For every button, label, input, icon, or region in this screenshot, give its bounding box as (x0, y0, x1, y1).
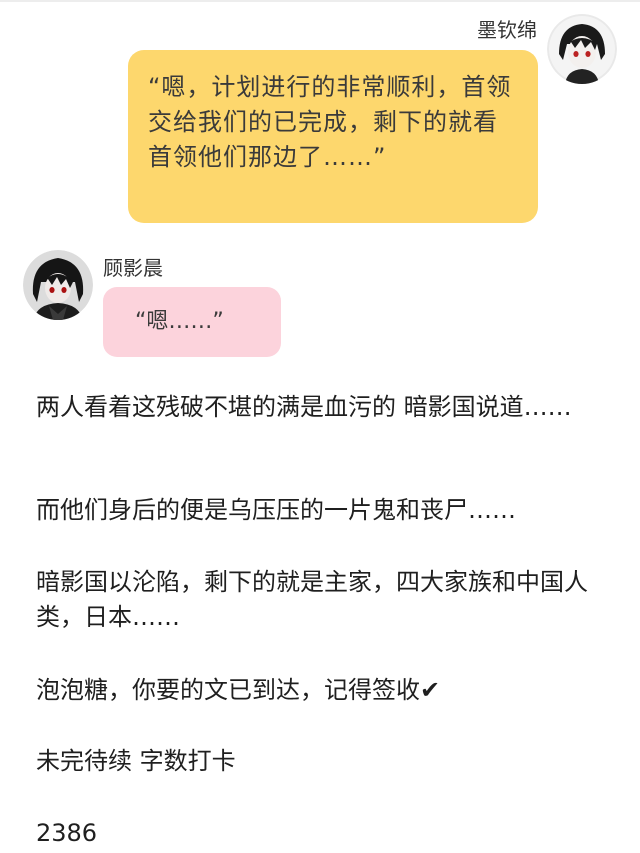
chat-bubble-left: “嗯……” (103, 287, 281, 357)
paragraph-1: 两人看着这残破不堪的满是血污的 暗影国说道…… (36, 393, 572, 421)
check-mark-icon: ✔ (420, 676, 441, 704)
top-divider (0, 0, 640, 2)
word-count: 2386 (36, 819, 98, 847)
paragraph-3: 暗影国以沦陷，剩下的就是主家，四大家族和中国人类，日本…… (36, 568, 588, 631)
paragraph-4: 泡泡糖，你要的文已到达，记得签收✔ (36, 673, 616, 708)
avatar-left-icon[interactable] (23, 250, 93, 320)
sender-name-left: 顾影晨 (103, 256, 163, 280)
avatar-right-icon[interactable] (547, 14, 617, 84)
paragraph-4-text: 泡泡糖，你要的文已到达，记得签收 (36, 676, 420, 704)
paragraph-5: 未完待续 字数打卡 (36, 747, 236, 775)
chat-bubble-right: “嗯，计划进行的非常顺利，首领交给我们的已完成，剩下的就看首领他们那边了……” (128, 50, 538, 223)
paragraph-2: 而他们身后的便是乌压压的一片鬼和丧尸…… (36, 496, 516, 524)
sender-name-right: 墨钦绵 (477, 18, 537, 42)
chat-story-page: 墨钦绵 “嗯，计划进行的非常顺利，首领交给我们的已完成，剩下的就看首领他们那边了… (0, 0, 640, 853)
